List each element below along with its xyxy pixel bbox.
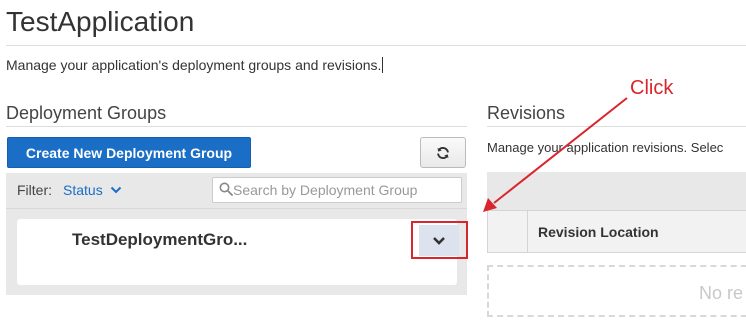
deployment-groups-divider — [6, 126, 467, 127]
app-title: TestApplication — [6, 6, 195, 37]
text-cursor — [382, 57, 384, 73]
annotation-click-label: Click — [630, 77, 674, 99]
revisions-select-column — [527, 210, 528, 253]
search-icon — [219, 182, 233, 196]
create-deployment-group-button[interactable]: Create New Deployment Group — [7, 137, 251, 168]
revisions-empty-text: No re — [699, 283, 744, 303]
revisions-toolbar — [487, 172, 746, 210]
filter-label: Filter: — [17, 182, 52, 198]
deployment-group-name[interactable]: TestDeploymentGro... — [72, 230, 247, 250]
revisions-divider — [487, 126, 746, 127]
deployment-groups-heading: Deployment Groups — [6, 103, 167, 123]
revisions-heading: Revisions — [487, 103, 566, 123]
title-divider — [6, 45, 746, 46]
revision-location-column-header[interactable]: Revision Location — [538, 224, 659, 240]
app-subtitle: Manage your application's deployment gro… — [6, 57, 384, 73]
chevron-down-icon[interactable] — [110, 186, 122, 194]
search-deployment-group-input[interactable] — [233, 180, 457, 200]
filter-status-dropdown[interactable]: Status — [63, 182, 103, 198]
panel-divider — [6, 208, 467, 209]
refresh-button[interactable] — [420, 137, 466, 168]
annotation-highlight-box — [411, 221, 468, 259]
deployment-group-card[interactable] — [17, 219, 457, 285]
refresh-icon — [437, 146, 449, 159]
app-subtitle-text: Manage your application's deployment gro… — [6, 57, 382, 73]
revisions-description: Manage your application revisions. Selec — [487, 140, 724, 155]
